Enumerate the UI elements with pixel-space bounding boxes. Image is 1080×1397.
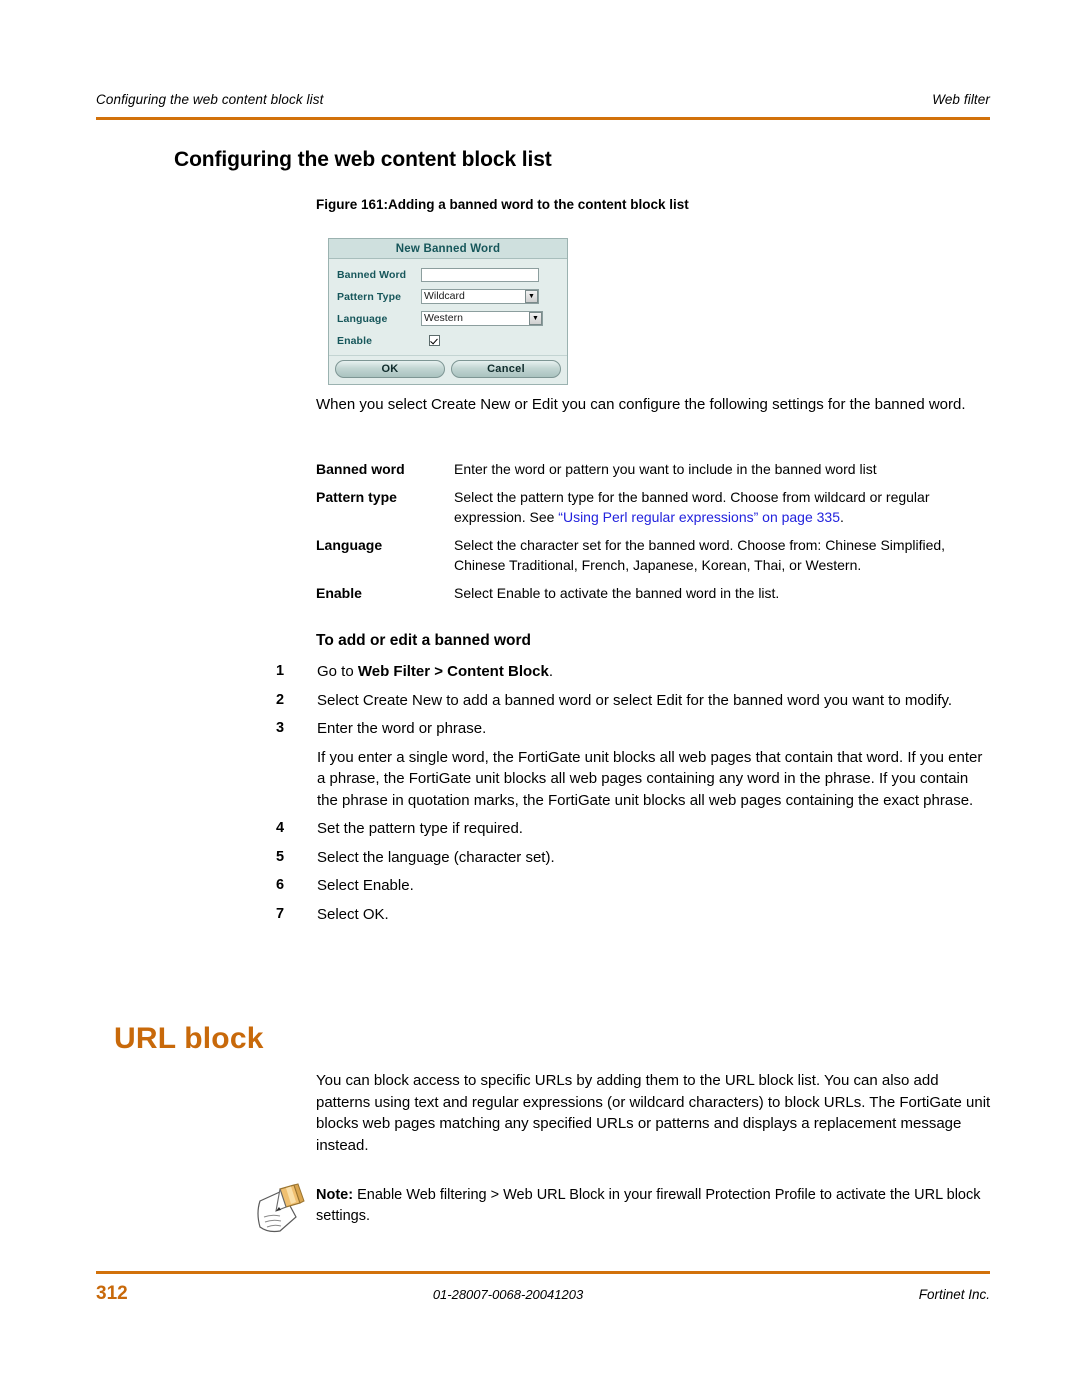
definition-row: Pattern type Select the pattern type for… — [316, 487, 992, 527]
form-row-language: Language Western ▼ — [337, 308, 559, 329]
step-number: 3 — [276, 720, 285, 736]
step-number: 1 — [276, 663, 285, 679]
new-banned-word-dialog: New Banned Word Banned Word Pattern Type… — [328, 238, 568, 385]
banned-word-input[interactable] — [421, 267, 539, 282]
step-number: 6 — [276, 877, 285, 893]
dialog-body: Banned Word Pattern Type Wildcard ▼ Lang… — [329, 259, 567, 355]
footer-document-id: 01-28007-0068-20041203 — [432, 1287, 584, 1302]
running-header: Configuring the web content block list W… — [96, 92, 990, 107]
dialog-title: New Banned Word — [329, 239, 567, 259]
running-header-right: Web filter — [932, 92, 990, 107]
step-number: 4 — [276, 820, 285, 836]
step-text: Go to Web Filter > Content Block. — [317, 661, 992, 683]
procedure-step: 5 Select the language (character set). — [276, 847, 992, 869]
form-row-pattern-type: Pattern Type Wildcard ▼ — [337, 286, 559, 307]
chapter-heading: URL block — [114, 1022, 264, 1055]
dialog-footer: OK Cancel — [329, 355, 567, 384]
definition-text-post: . — [840, 509, 844, 525]
cancel-button[interactable]: Cancel — [451, 360, 561, 378]
definition-description: Enter the word or pattern you want to in… — [454, 461, 877, 477]
note-block: Note: Enable Web filtering > Web URL Blo… — [250, 1183, 992, 1239]
intro-paragraph: When you select Create New or Edit you c… — [316, 396, 966, 413]
step-text: Select Enable. — [317, 877, 414, 894]
banned-word-label: Banned Word — [337, 268, 407, 281]
ok-button[interactable]: OK — [335, 360, 445, 378]
cross-reference-link[interactable]: “Using Perl regular expressions” on page… — [558, 509, 840, 525]
note-pencil-paper-icon — [250, 1183, 316, 1239]
procedure-step: 4 Set the pattern type if required. — [276, 818, 992, 840]
procedure-heading: To add or edit a banned word — [316, 632, 531, 649]
definition-term: Banned word — [316, 461, 405, 477]
footer-rule — [96, 1271, 990, 1274]
definition-term: Pattern type — [316, 489, 397, 505]
definition-description: Select the pattern type for the banned w… — [454, 487, 992, 527]
language-select[interactable]: Western ▼ — [421, 311, 543, 326]
header-rule — [96, 117, 990, 120]
settings-definition-list: Banned word Enter the word or pattern yo… — [316, 459, 992, 611]
step-number: 7 — [276, 905, 285, 922]
procedure-step: 6 Select Enable. — [276, 875, 992, 897]
language-label: Language — [337, 312, 388, 325]
step-number: 2 — [276, 691, 285, 708]
enable-checkbox[interactable] — [429, 335, 440, 346]
step-text: Set the pattern type if required. — [317, 820, 523, 837]
note-body: Enable Web filtering > Web URL Block in … — [316, 1187, 981, 1224]
pattern-type-value: Wildcard — [424, 289, 465, 302]
pattern-type-select[interactable]: Wildcard ▼ — [421, 289, 539, 304]
definition-row: Banned word Enter the word or pattern yo… — [316, 459, 992, 479]
definition-term: Enable — [316, 585, 362, 601]
running-header-left: Configuring the web content block list — [96, 92, 324, 107]
definition-row: Enable Select Enable to activate the ban… — [316, 583, 992, 603]
form-row-banned-word: Banned Word — [337, 264, 559, 285]
page-title: Configuring the web content block list — [174, 148, 552, 171]
step-text: Select Create New to add a banned word o… — [317, 691, 953, 709]
procedure-step: 2 Select Create New to add a banned word… — [276, 690, 992, 712]
definition-term: Language — [316, 537, 383, 553]
step-detail-paragraph: If you enter a single word, the FortiGat… — [317, 748, 983, 809]
procedure-step: 7 Select OK. — [276, 904, 992, 926]
chapter-paragraph: You can block access to specific URLs by… — [316, 1072, 991, 1154]
page-footer: 312 01-28007-0068-20041203 Fortinet Inc. — [96, 1283, 990, 1305]
menu-path: Web Filter > Content Block — [357, 663, 549, 680]
definition-row: Language Select the character set for th… — [316, 535, 992, 575]
step-text-pre: Go to — [317, 663, 358, 680]
note-text: Note: Enable Web filtering > Web URL Blo… — [316, 1183, 992, 1239]
figure-caption: Figure 161:Adding a banned word to the c… — [316, 197, 689, 212]
step-text: Select the language (character set). — [317, 848, 555, 866]
chevron-down-icon: ▼ — [525, 290, 538, 303]
procedure-step: 1 Go to Web Filter > Content Block. — [276, 661, 992, 683]
note-label: Note: — [316, 1187, 354, 1203]
form-row-enable: Enable — [337, 330, 559, 351]
step-text: Enter the word or phrase. — [317, 720, 487, 737]
pattern-type-label: Pattern Type — [337, 290, 402, 303]
document-page: Configuring the web content block list W… — [0, 0, 1080, 1397]
footer-company: Fortinet Inc. — [918, 1287, 990, 1302]
definition-description: Select Enable to activate the banned wor… — [454, 585, 780, 601]
step-number: 5 — [276, 848, 285, 865]
procedure-steps: 1 Go to Web Filter > Content Block. 2 Se… — [276, 661, 992, 932]
chevron-down-icon: ▼ — [529, 312, 542, 325]
definition-description: Select the character set for the banned … — [454, 537, 946, 573]
language-value: Western — [424, 311, 463, 324]
step-text-post: . — [548, 663, 554, 680]
enable-label: Enable — [337, 334, 373, 347]
step-text: Select OK. — [317, 905, 389, 923]
procedure-step: 3 Enter the word or phrase. — [276, 718, 992, 740]
